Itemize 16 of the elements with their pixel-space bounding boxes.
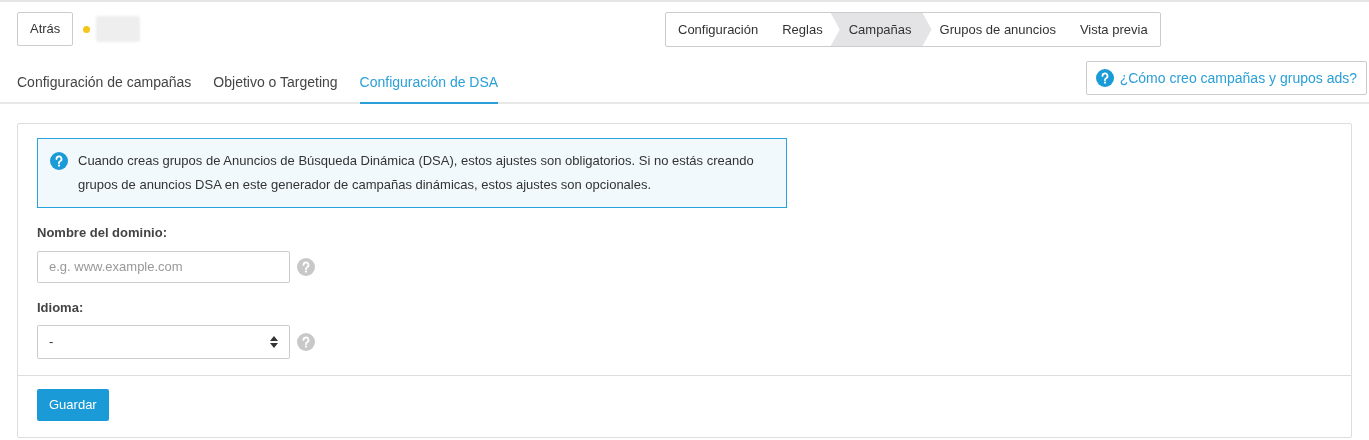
back-button[interactable]: Atrás [17,12,74,46]
help-icon [1095,69,1114,87]
step-item[interactable]: Campañas [830,13,932,46]
language-select[interactable]: - [37,325,290,359]
domain-input[interactable]: e.g. www.example.com [37,250,290,283]
field-label: Nombre del dominio: [37,224,168,242]
field-label: Idioma: [37,298,85,317]
help-icon [50,152,68,170]
tab[interactable]: Objetivo o Targeting [213,62,338,104]
tab[interactable]: Configuración de campañas [17,62,192,104]
info-text: Cuando creas grupos de Anuncios de Búsqueda Dinámica (DSA), estos ajustes son obligatorios. Si no estás creando grupos de anuncios DSA en este generador de campañas dinámicas, estos ajustes son opcionales. [78,152,755,194]
step-item[interactable]: Vista previa [1067,13,1160,46]
sort-caret-icon [270,336,278,348]
step-item[interactable]: Configuración [666,13,771,46]
help-icon [297,257,315,276]
help-icon [297,333,315,351]
